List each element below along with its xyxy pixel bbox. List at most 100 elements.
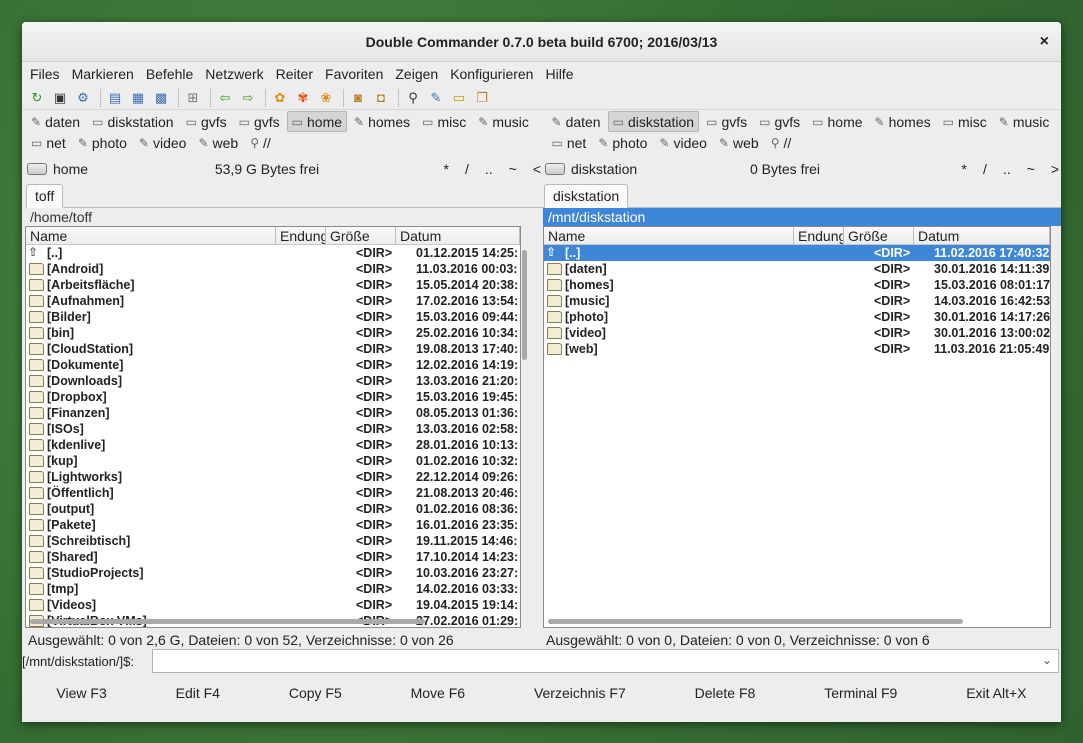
- drive-button-misc[interactable]: ▭ misc: [938, 111, 992, 132]
- table-row[interactable]: [Aufnahmen] <DIR> 17.02.2016 13:54:: [26, 293, 520, 309]
- table-row[interactable]: [Pakete] <DIR> 16.01.2016 23:35:: [26, 517, 520, 533]
- scroll-thumb[interactable]: [522, 250, 527, 360]
- drive-button-gvfs[interactable]: ▭ gvfs: [181, 111, 232, 132]
- fkey-button-copy[interactable]: Copy F5: [289, 685, 342, 701]
- tree-view-icon[interactable]: ⊞: [183, 88, 203, 108]
- drive-button-misc[interactable]: ▭ misc: [417, 111, 471, 132]
- nav-button[interactable]: *: [444, 161, 449, 177]
- left-horizontal-scrollbar[interactable]: [28, 618, 508, 625]
- table-row[interactable]: [homes] <DIR> 15.03.2016 08:01:17: [544, 277, 1050, 293]
- right-horizontal-scrollbar[interactable]: [546, 618, 1038, 625]
- fkey-button-move[interactable]: Move F6: [411, 685, 465, 701]
- menu-item-netzwerk[interactable]: Netzwerk: [205, 66, 263, 82]
- column-extension[interactable]: Endung: [794, 227, 844, 244]
- drive-button-net[interactable]: ▭ net: [26, 132, 71, 153]
- brief-view-icon[interactable]: ▤: [105, 88, 125, 108]
- drive-button-rootroot[interactable]: ⚲//: [245, 132, 276, 153]
- nav-button[interactable]: /: [465, 161, 469, 177]
- extract-archive-icon[interactable]: ◘: [371, 88, 391, 108]
- drive-button-photo[interactable]: ✎ photo: [593, 132, 652, 153]
- drive-button-web[interactable]: ✎ web: [193, 132, 243, 153]
- table-row[interactable]: [Bilder] <DIR> 15.03.2016 09:44:: [26, 309, 520, 325]
- column-date[interactable]: Datum: [396, 227, 520, 244]
- copy-paste-icon[interactable]: ❐: [472, 88, 492, 108]
- fkey-button-verzeichnis[interactable]: Verzeichnis F7: [534, 685, 626, 701]
- drive-button-gvfs[interactable]: ▭ gvfs: [701, 111, 752, 132]
- table-row[interactable]: [StudioProjects] <DIR> 10.03.2016 23:27:: [26, 565, 520, 581]
- drive-button-web[interactable]: ✎ web: [714, 132, 764, 153]
- table-row[interactable]: [photo] <DIR> 30.01.2016 14:17:26: [544, 309, 1050, 325]
- fkey-button-exit[interactable]: Exit Alt+X: [966, 685, 1026, 701]
- right-drive-selector[interactable]: diskstation: [545, 161, 695, 177]
- full-view-icon[interactable]: ▦: [128, 88, 148, 108]
- scroll-thumb[interactable]: [30, 619, 425, 624]
- test-archive-icon[interactable]: ❀: [316, 88, 336, 108]
- multi-rename-icon[interactable]: ✎: [426, 88, 446, 108]
- drive-button-video[interactable]: ✎ video: [654, 132, 712, 153]
- nav-button[interactable]: ~: [509, 161, 517, 177]
- nav-button[interactable]: ~: [1027, 161, 1035, 177]
- table-row[interactable]: [Finanzen] <DIR> 08.05.2013 01:36:: [26, 405, 520, 421]
- tab-toff[interactable]: toff: [26, 184, 64, 208]
- tab-diskstation[interactable]: diskstation: [544, 184, 629, 208]
- search-icon[interactable]: ⚲: [403, 88, 423, 108]
- drive-button-daten[interactable]: ✎ daten: [547, 111, 606, 132]
- table-row[interactable]: [Dokumente] <DIR> 12.02.2016 14:19:: [26, 357, 520, 373]
- table-row[interactable]: [tmp] <DIR> 14.02.2016 03:33:: [26, 581, 520, 597]
- drive-button-music[interactable]: ✎ music: [473, 111, 534, 132]
- menu-item-markieren[interactable]: Markieren: [72, 66, 134, 82]
- column-size[interactable]: Größe: [844, 227, 914, 244]
- menu-item-befehle[interactable]: Befehle: [146, 66, 193, 82]
- drive-button-homes[interactable]: ✎ homes: [349, 111, 415, 132]
- menu-item-reiter[interactable]: Reiter: [276, 66, 313, 82]
- drive-button-home[interactable]: ▭ home: [286, 111, 348, 132]
- left-drive-selector[interactable]: home: [27, 161, 177, 177]
- drive-button-homes[interactable]: ✎ homes: [870, 111, 936, 132]
- close-icon[interactable]: ×: [1040, 22, 1049, 62]
- menu-item-konfigurieren[interactable]: Konfigurieren: [450, 66, 533, 82]
- drive-button-rootroot[interactable]: ⚲//: [766, 132, 797, 153]
- table-row[interactable]: [ISOs] <DIR> 13.03.2016 02:58:: [26, 421, 520, 437]
- copy-left-icon[interactable]: ⇦: [215, 88, 235, 108]
- fkey-button-view[interactable]: View F3: [56, 685, 106, 701]
- nav-button[interactable]: *: [962, 161, 967, 177]
- table-row[interactable]: [Arbeitsfläche] <DIR> 15.05.2014 20:38:: [26, 277, 520, 293]
- table-row[interactable]: [Android] <DIR> 11.03.2016 00:03:: [26, 261, 520, 277]
- drive-button-diskstation[interactable]: ▭ diskstation: [607, 111, 700, 132]
- nav-button[interactable]: ..: [1003, 161, 1011, 177]
- copy-right-icon[interactable]: ⇨: [238, 88, 258, 108]
- table-row[interactable]: [web] <DIR> 11.03.2016 21:05:49: [544, 341, 1050, 357]
- terminal-icon[interactable]: ▣: [50, 88, 70, 108]
- pack-files-icon[interactable]: ✿: [270, 88, 290, 108]
- table-row[interactable]: [bin] <DIR> 25.02.2016 10:34:: [26, 325, 520, 341]
- menu-item-hilfe[interactable]: Hilfe: [545, 66, 573, 82]
- table-row[interactable]: [Schreibtisch] <DIR> 19.11.2015 14:46:: [26, 533, 520, 549]
- table-row[interactable]: [video] <DIR> 30.01.2016 13:00:02: [544, 325, 1050, 341]
- left-vertical-scrollbar[interactable]: [520, 240, 529, 640]
- table-row[interactable]: [output] <DIR> 01.02.2016 08:36:: [26, 501, 520, 517]
- table-row[interactable]: [music] <DIR> 14.03.2016 16:42:53: [544, 293, 1050, 309]
- table-row[interactable]: [Öffentlich] <DIR> 21.08.2013 20:46:: [26, 485, 520, 501]
- drive-button-video[interactable]: ✎ video: [134, 132, 192, 153]
- column-name[interactable]: Name: [544, 227, 794, 244]
- nav-button[interactable]: <: [533, 161, 541, 177]
- scroll-thumb[interactable]: [548, 619, 963, 624]
- column-size[interactable]: Größe: [326, 227, 396, 244]
- drive-button-gvfs[interactable]: ▭ gvfs: [754, 111, 805, 132]
- drive-button-net[interactable]: ▭ net: [547, 132, 592, 153]
- drive-button-home[interactable]: ▭ home: [807, 111, 867, 132]
- drive-button-daten[interactable]: ✎ daten: [26, 111, 85, 132]
- table-row[interactable]: [Shared] <DIR> 17.10.2014 14:23:: [26, 549, 520, 565]
- table-row[interactable]: [kdenlive] <DIR> 28.01.2016 10:13:: [26, 437, 520, 453]
- unpack-files-icon[interactable]: ✾: [293, 88, 313, 108]
- refresh-icon[interactable]: ↻: [27, 88, 47, 108]
- fkey-button-edit[interactable]: Edit F4: [176, 685, 220, 701]
- menu-item-zeigen[interactable]: Zeigen: [395, 66, 438, 82]
- edit-icon[interactable]: ▭: [449, 88, 469, 108]
- nav-button[interactable]: ..: [485, 161, 493, 177]
- drive-button-photo[interactable]: ✎ photo: [73, 132, 132, 153]
- settings-icon[interactable]: ⚙: [73, 88, 93, 108]
- table-row[interactable]: [kup] <DIR> 01.02.2016 10:32:: [26, 453, 520, 469]
- command-input[interactable]: ⌄: [152, 649, 1059, 673]
- column-name[interactable]: Name: [26, 227, 276, 244]
